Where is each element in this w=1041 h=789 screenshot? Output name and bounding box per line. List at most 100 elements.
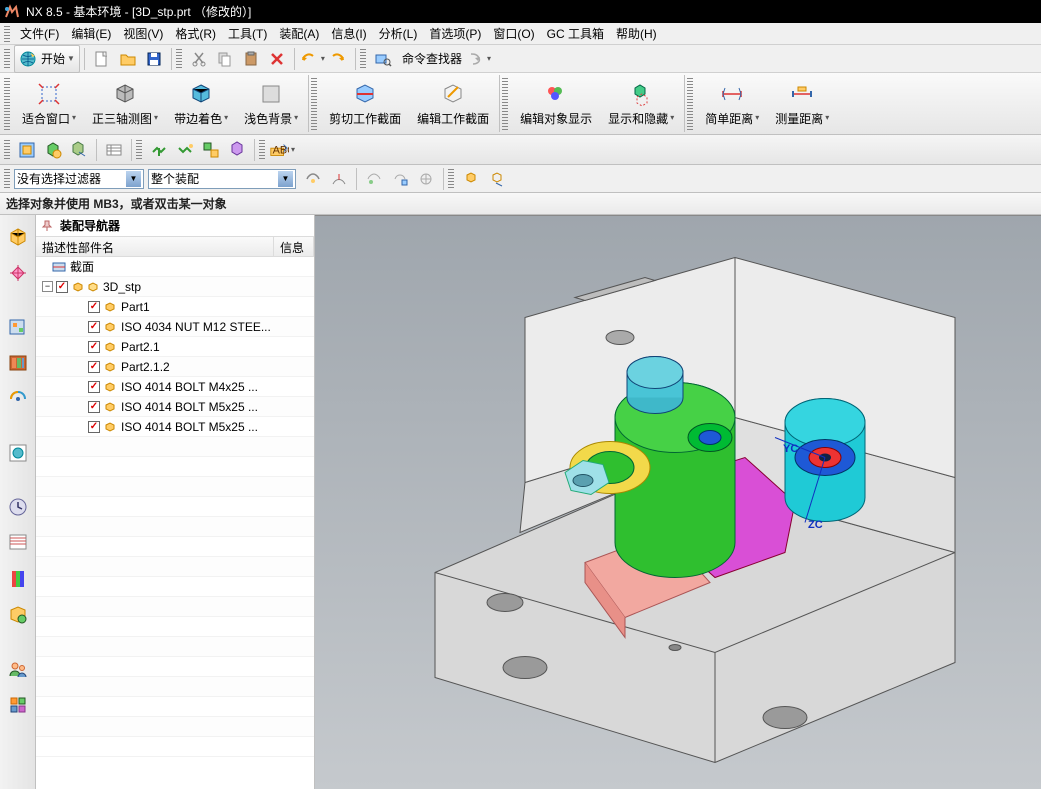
rail-appearance[interactable] [4, 565, 32, 593]
menu-view[interactable]: 视图(V) [117, 23, 169, 44]
chevron-down-icon[interactable]: ▼ [126, 171, 141, 187]
tb2-btn-3[interactable] [66, 137, 92, 163]
tree-child-row[interactable]: Part1 [36, 297, 314, 317]
assembly-icon [71, 280, 85, 294]
save-button[interactable] [141, 46, 167, 72]
measure-distance-button[interactable]: 测量距离▾ [767, 75, 837, 132]
checkbox[interactable] [88, 341, 100, 353]
rail-reuse-library[interactable] [4, 349, 32, 377]
selection-scope-combo[interactable]: 整个装配 ▼ [148, 169, 296, 189]
clip-section-button[interactable]: 剪切工作截面 [321, 75, 409, 132]
tree-child-row[interactable]: ISO 4014 BOLT M5x25 ... [36, 417, 314, 437]
tb2-btn-8[interactable] [224, 137, 250, 163]
tb2-btn-9[interactable]: ABC▾ [269, 137, 295, 163]
separator [96, 139, 97, 161]
delete-button[interactable] [264, 46, 290, 72]
checkbox[interactable] [56, 281, 68, 293]
rail-hd3d[interactable] [4, 385, 32, 413]
checkbox[interactable] [88, 401, 100, 413]
command-finder[interactable]: 命令查找器 [402, 50, 462, 67]
menu-assembly[interactable]: 装配(A) [273, 23, 325, 44]
simple-distance-button[interactable]: 简单距离▾ [697, 75, 767, 132]
menu-edit[interactable]: 编辑(E) [65, 23, 117, 44]
chevron-down-icon[interactable]: ▼ [278, 171, 293, 187]
tree-child-row[interactable]: Part2.1 [36, 337, 314, 357]
tree-child-row[interactable]: ISO 4014 BOLT M5x25 ... [36, 397, 314, 417]
graphics-viewport[interactable]: YC ZC [315, 215, 1041, 789]
filter-btn-3[interactable] [361, 166, 387, 192]
rail-process[interactable] [4, 601, 32, 629]
tree-section-row[interactable]: 截面 [36, 257, 314, 277]
rail-more[interactable] [4, 691, 32, 719]
menu-analysis[interactable]: 分析(L) [373, 23, 424, 44]
col-name[interactable]: 描述性部件名 [36, 237, 274, 256]
rail-roles[interactable] [4, 655, 32, 683]
filter-btn-6[interactable] [458, 166, 484, 192]
edit-section-button[interactable]: 编辑工作截面 [409, 75, 497, 132]
checkbox[interactable] [88, 321, 100, 333]
tb2-btn-1[interactable] [14, 137, 40, 163]
checkbox[interactable] [88, 361, 100, 373]
menu-file[interactable]: 文件(F) [14, 23, 65, 44]
command-finder-icon-button[interactable] [370, 46, 396, 72]
tb2-btn-7[interactable] [198, 137, 224, 163]
light-background-button[interactable]: 浅色背景▾ [236, 75, 306, 132]
filter-btn-1[interactable] [300, 166, 326, 192]
clip-label: 剪切工作截面 [329, 110, 401, 127]
checkbox[interactable] [88, 301, 100, 313]
col-info[interactable]: 信息 [274, 237, 314, 256]
tree-empty-row [36, 577, 314, 597]
show-hide-button[interactable]: 显示和隐藏▾ [600, 75, 682, 132]
menu-prefs[interactable]: 首选项(P) [423, 23, 487, 44]
new-file-button[interactable] [89, 46, 115, 72]
rail-history[interactable] [4, 493, 32, 521]
tb2-btn-2[interactable] [40, 137, 66, 163]
checkbox[interactable] [88, 381, 100, 393]
pin-icon[interactable] [40, 219, 54, 233]
tree-child-row[interactable]: ISO 4014 BOLT M4x25 ... [36, 377, 314, 397]
paste-button[interactable] [238, 46, 264, 72]
grip-icon [502, 78, 508, 130]
tree-root-row[interactable]: − 3D_stp [36, 277, 314, 297]
copy-button[interactable] [212, 46, 238, 72]
rail-assembly-nav[interactable] [4, 223, 32, 251]
tree-child-row[interactable]: Part2.1.2 [36, 357, 314, 377]
tb2-btn-5[interactable] [146, 137, 172, 163]
menu-format[interactable]: 格式(R) [169, 23, 222, 44]
shaded-edges-button[interactable]: 带边着色▾ [166, 75, 236, 132]
rail-part-nav[interactable] [4, 313, 32, 341]
trimetric-view-button[interactable]: 正三轴测图▾ [84, 75, 166, 132]
cut-button[interactable] [186, 46, 212, 72]
filter-btn-5[interactable] [413, 166, 439, 192]
menu-info[interactable]: 信息(I) [325, 23, 372, 44]
filter-btn-2[interactable] [326, 166, 352, 192]
rail-constraint-nav[interactable] [4, 259, 32, 287]
menu-gc-toolbox[interactable]: GC 工具箱 [541, 23, 610, 44]
checkbox[interactable] [88, 421, 100, 433]
rail-system-scene[interactable] [4, 529, 32, 557]
start-label: 开始 [41, 50, 65, 67]
collapse-icon[interactable]: − [42, 281, 53, 292]
undo-button[interactable]: ▾ [299, 46, 325, 72]
filter-btn-4[interactable] [387, 166, 413, 192]
open-file-button[interactable] [115, 46, 141, 72]
fit-window-button[interactable]: 适合窗口▾ [14, 75, 84, 132]
tb2-btn-6[interactable] [172, 137, 198, 163]
assembly-tree[interactable]: 截面 − 3D_stp Part1 ISO 4034 NUT M12 STEE.… [36, 257, 314, 789]
rail-browser[interactable] [4, 439, 32, 467]
view-ribbon: 适合窗口▾ 正三轴测图▾ 带边着色▾ 浅色背景▾ 剪切工作截面 编辑工作截面 [0, 73, 1041, 135]
tree-empty-row [36, 477, 314, 497]
start-button[interactable]: 开始 ▼ [14, 45, 80, 73]
tree-child-row[interactable]: ISO 4034 NUT M12 STEE... [36, 317, 314, 337]
menu-tools[interactable]: 工具(T) [222, 23, 273, 44]
part-icon [103, 340, 117, 354]
redo-button[interactable] [325, 46, 351, 72]
filter-btn-7[interactable] [484, 166, 510, 192]
selection-filter-bar: 没有选择过滤器 ▼ 整个装配 ▼ [0, 165, 1041, 193]
menu-window[interactable]: 窗口(O) [487, 23, 540, 44]
edit-object-display-button[interactable]: 编辑对象显示 [512, 75, 600, 132]
tb2-btn-4[interactable] [101, 137, 127, 163]
command-finder-go-button[interactable]: ▾ [466, 46, 492, 72]
menu-help[interactable]: 帮助(H) [610, 23, 663, 44]
selection-filter-combo[interactable]: 没有选择过滤器 ▼ [14, 169, 144, 189]
